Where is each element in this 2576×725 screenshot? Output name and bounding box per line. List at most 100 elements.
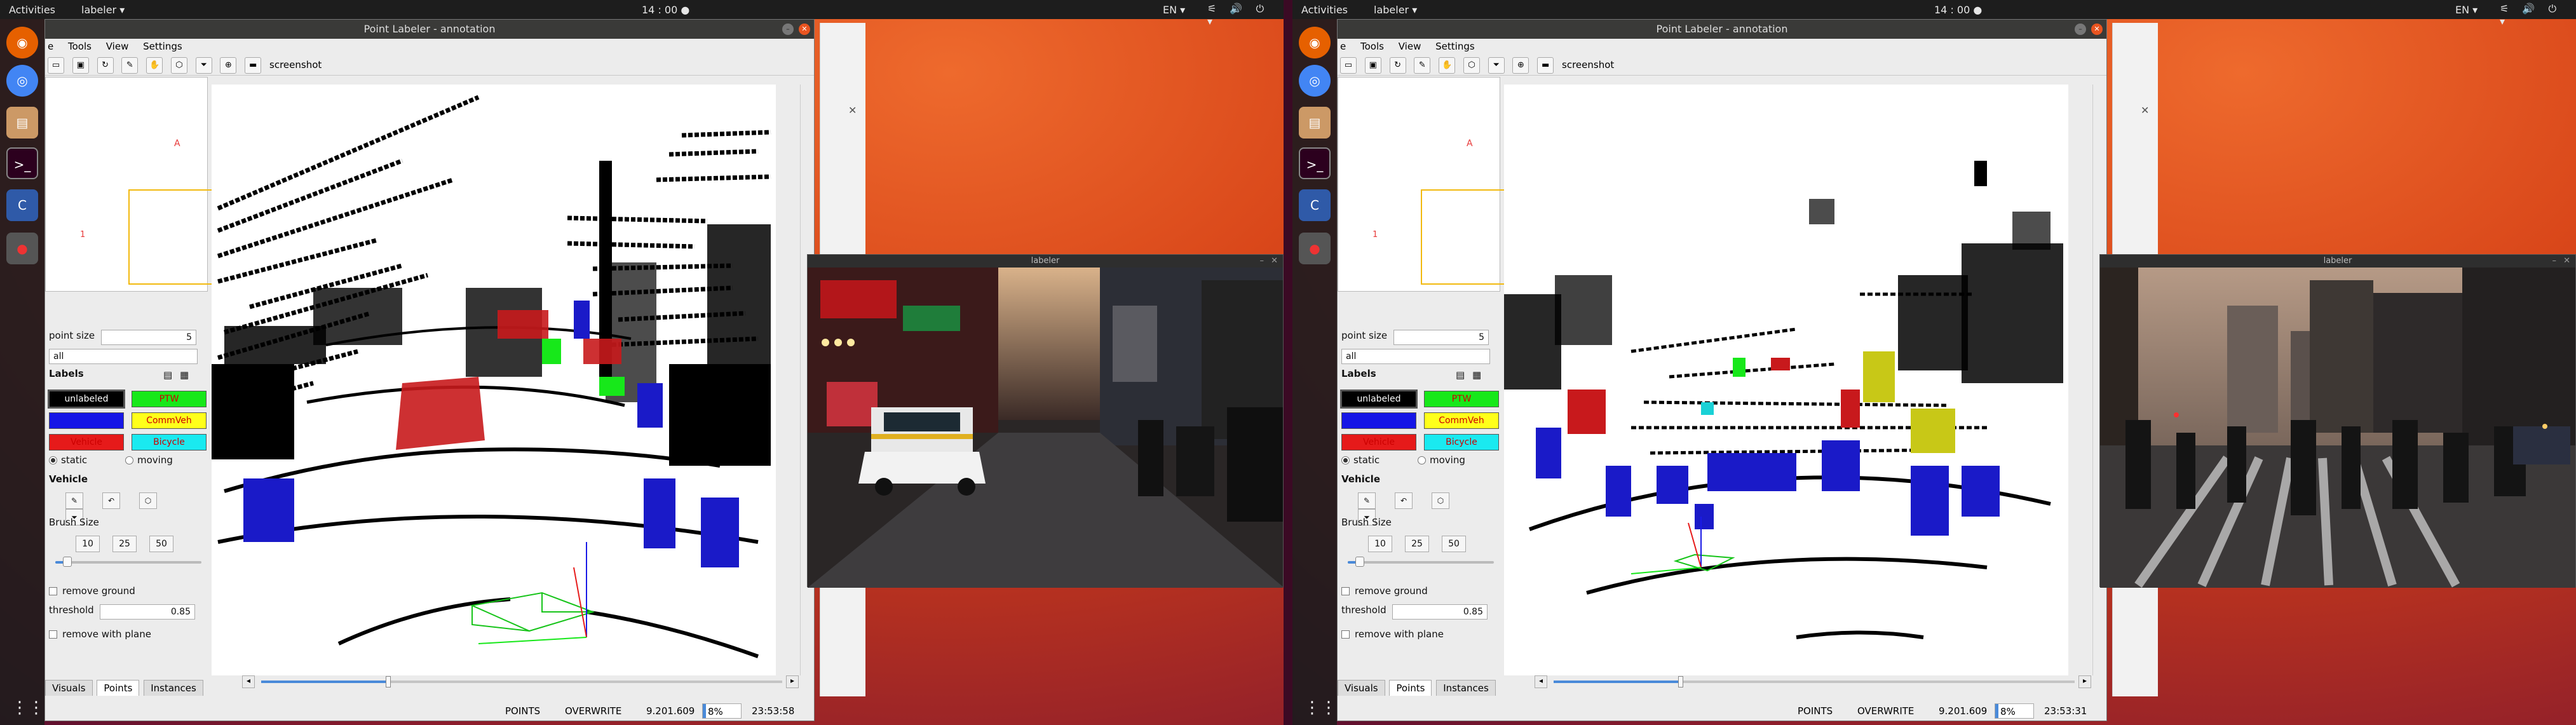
camera-icon[interactable]: ▬ [1537, 57, 1554, 74]
brush-tool-icon[interactable]: ✎ [65, 492, 83, 509]
activities-button[interactable]: Activities [9, 4, 55, 16]
open-icon[interactable]: ▭ [1340, 57, 1357, 74]
timeline-scrollbar[interactable]: ◂ ▸ [242, 673, 801, 691]
close-icon[interactable]: ✕ [848, 104, 857, 116]
minimap[interactable]: A 1 [45, 77, 224, 292]
filter-icon[interactable]: ⏷ [195, 57, 212, 74]
minimize-icon[interactable]: – [2075, 24, 2086, 35]
open-icon[interactable]: ▭ [48, 57, 64, 74]
threshold-spinbox[interactable]: 0.85 [1392, 604, 1488, 620]
ide-icon[interactable]: C [1299, 189, 1331, 221]
chrome-icon[interactable]: ◎ [1299, 65, 1331, 97]
firefox-icon[interactable]: ◉ [1299, 27, 1331, 58]
brush-size-10[interactable]: 10 [1368, 536, 1392, 552]
label-unlabeled[interactable]: unlabeled [1340, 390, 1418, 409]
close-icon[interactable]: ✕ [2563, 255, 2570, 268]
brush-size-slider[interactable] [1341, 555, 1500, 569]
filter-select[interactable]: all [1341, 349, 1490, 364]
close-icon[interactable]: ✕ [799, 24, 810, 35]
menu-view[interactable]: View [1399, 41, 1421, 52]
brush-size-slider[interactable] [49, 555, 208, 569]
remove-ground-checkbox[interactable] [1341, 587, 1350, 595]
menu-settings[interactable]: Settings [1435, 41, 1475, 52]
close-icon[interactable]: ✕ [1271, 255, 1278, 268]
brush-size-50[interactable]: 50 [149, 536, 173, 552]
polygon-tool-icon[interactable]: ⬡ [139, 492, 157, 509]
list-view-icon[interactable]: ▤ [163, 369, 172, 381]
grid-view-icon[interactable]: ▦ [180, 369, 189, 381]
clock[interactable]: 14 : 00 ● [1934, 4, 1982, 16]
menu-file[interactable]: e [1340, 41, 1346, 52]
timeline-scrollbar[interactable]: ◂ ▸ [1535, 673, 2094, 691]
save-icon[interactable]: ▣ [72, 57, 89, 74]
point-cloud-viewport[interactable] [1504, 85, 2068, 675]
save-icon[interactable]: ▣ [1364, 57, 1381, 74]
tab-points[interactable]: Points [97, 680, 140, 696]
label-pedestrian[interactable] [49, 412, 124, 429]
list-view-icon[interactable]: ▤ [1456, 369, 1465, 381]
screenshot-label[interactable]: screenshot [1562, 59, 1614, 71]
app-menu[interactable]: labeler ▾ [1374, 4, 1417, 16]
menu-file[interactable]: e [48, 41, 53, 52]
hand-icon[interactable]: ✋ [1439, 57, 1456, 74]
label-commveh[interactable]: CommVeh [132, 412, 207, 429]
polygon-icon[interactable]: ⬡ [1463, 57, 1480, 74]
point-cloud-viewport[interactable] [212, 85, 776, 675]
brush-tool-icon[interactable]: ✎ [1358, 492, 1376, 509]
close-icon[interactable]: ✕ [2091, 24, 2103, 35]
terminal-icon[interactable]: >_ [6, 147, 38, 179]
language-indicator[interactable]: EN ▾ [2455, 4, 2478, 16]
screenshot-label[interactable]: screenshot [269, 59, 322, 71]
static-radio[interactable] [49, 456, 57, 464]
label-ptw[interactable]: PTW [1424, 391, 1499, 407]
moving-radio[interactable] [1418, 456, 1426, 464]
minimap[interactable]: A 1 [1338, 77, 1516, 292]
close-icon[interactable]: ✕ [2141, 104, 2149, 116]
record-icon[interactable]: ● [6, 233, 38, 264]
undo-tool-icon[interactable]: ↶ [102, 492, 120, 509]
grid-view-icon[interactable]: ▦ [1472, 369, 1481, 381]
remove-ground-checkbox[interactable] [49, 587, 57, 595]
menu-tools[interactable]: Tools [1360, 41, 1384, 52]
label-unlabeled[interactable]: unlabeled [48, 390, 125, 409]
remove-with-plane-checkbox[interactable] [1341, 630, 1350, 639]
slider-handle[interactable] [63, 557, 72, 567]
app-menu[interactable]: labeler ▾ [81, 4, 125, 16]
label-pedestrian[interactable] [1341, 412, 1416, 429]
brush-size-50[interactable]: 50 [1442, 536, 1466, 552]
minimize-icon[interactable]: – [782, 24, 794, 35]
record-icon[interactable]: ● [1299, 233, 1331, 264]
undo-tool-icon[interactable]: ↶ [1395, 492, 1413, 509]
polygon-tool-icon[interactable]: ⬡ [1432, 492, 1449, 509]
tab-visuals[interactable]: Visuals [1338, 680, 1385, 696]
chrome-icon[interactable]: ◎ [6, 65, 38, 97]
system-tray[interactable]: ⚟ 🔊 ⏻ ▾ [1207, 3, 1284, 27]
tab-points[interactable]: Points [1389, 680, 1432, 696]
menu-settings[interactable]: Settings [143, 41, 182, 52]
label-bicycle[interactable]: Bicycle [132, 434, 207, 451]
remove-with-plane-checkbox[interactable] [49, 630, 57, 639]
tab-visuals[interactable]: Visuals [45, 680, 93, 696]
minimize-icon[interactable]: – [2552, 255, 2557, 268]
label-bicycle[interactable]: Bicycle [1424, 434, 1499, 451]
point-size-spinbox[interactable]: 5 [101, 330, 196, 345]
minimap-viewport[interactable] [128, 189, 224, 285]
polygon-icon[interactable]: ⬡ [170, 57, 187, 74]
brush-size-10[interactable]: 10 [76, 536, 100, 552]
timeline-handle[interactable] [386, 676, 391, 688]
system-tray[interactable]: ⚟ 🔊 ⏻ ▾ [2500, 3, 2576, 27]
point-size-spinbox[interactable]: 5 [1393, 330, 1489, 345]
label-commveh[interactable]: CommVeh [1424, 412, 1499, 429]
filter-icon[interactable]: ⏷ [1488, 57, 1505, 74]
filter-select[interactable]: all [49, 349, 198, 364]
crosshair-icon[interactable]: ⊕ [220, 57, 237, 74]
threshold-spinbox[interactable]: 0.85 [100, 604, 195, 620]
brush-size-25[interactable]: 25 [1405, 536, 1429, 552]
tab-instances[interactable]: Instances [1436, 680, 1496, 696]
firefox-icon[interactable]: ◉ [6, 27, 38, 58]
clock[interactable]: 14 : 00 ● [642, 4, 689, 16]
files-icon[interactable]: ▤ [6, 107, 38, 139]
scroll-right-icon[interactable]: ▸ [786, 675, 799, 688]
crosshair-icon[interactable]: ⊕ [1512, 57, 1529, 74]
brush-size-25[interactable]: 25 [112, 536, 137, 552]
